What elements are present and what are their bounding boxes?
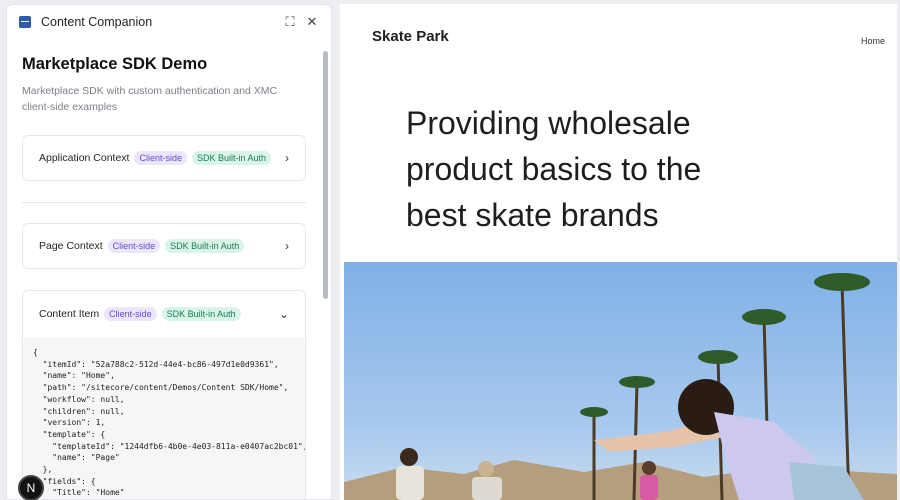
sdk-auth-badge: SDK Built-in Auth xyxy=(161,307,241,321)
client-side-badge: Client-side xyxy=(107,239,161,253)
nav-link-home[interactable]: Home xyxy=(861,36,885,46)
panel-header: Content Companion ⛶ ✕ xyxy=(7,5,331,39)
sdk-auth-badge: SDK Built-in Auth xyxy=(165,239,245,253)
scrollbar[interactable] xyxy=(323,51,328,299)
content-item-json: { "itemId": "52a788c2-512d-44e4-bc86-497… xyxy=(23,337,305,499)
page-title: Marketplace SDK Demo xyxy=(22,55,208,73)
card-content-item: Content Item Client-side SDK Built-in Au… xyxy=(22,290,306,499)
divider xyxy=(22,202,306,203)
expand-icon[interactable]: ⛶ xyxy=(281,13,299,31)
close-icon[interactable]: ✕ xyxy=(303,13,321,31)
client-side-badge: Client-side xyxy=(104,307,157,321)
next-badge-icon[interactable]: N xyxy=(18,475,44,500)
sdk-auth-badge: SDK Built-in Auth xyxy=(192,151,272,165)
chevron-down-icon[interactable]: ⌄ xyxy=(279,307,289,321)
page-description: Marketplace SDK with custom authenticati… xyxy=(22,85,278,113)
site-logo[interactable]: Skate Park xyxy=(372,28,449,45)
card-application-context[interactable]: Application Context Client-side SDK Buil… xyxy=(22,135,306,181)
chevron-right-icon[interactable]: › xyxy=(285,151,289,165)
card-page-context[interactable]: Page Context Client-side SDK Built-in Au… xyxy=(22,223,306,269)
site-preview: Skate Park Home Providing wholesale prod… xyxy=(340,4,897,500)
card-title: Content Item xyxy=(39,308,100,320)
content-companion-panel: Content Companion ⛶ ✕ Marketplace SDK De… xyxy=(6,4,332,500)
client-side-badge: Client-side xyxy=(134,151,188,165)
panel-title: Content Companion xyxy=(41,15,153,29)
panel-body: Marketplace SDK Demo Marketplace SDK wit… xyxy=(7,39,321,499)
card-title: Application Context xyxy=(39,152,130,164)
chevron-right-icon[interactable]: › xyxy=(285,239,289,253)
hero-image xyxy=(344,262,897,500)
hero-heading: Providing wholesale product basics to th… xyxy=(406,105,702,233)
card-title: Page Context xyxy=(39,240,103,252)
card-content-item-header[interactable]: Content Item Client-side SDK Built-in Au… xyxy=(23,291,305,337)
app-logo-icon xyxy=(19,16,31,28)
